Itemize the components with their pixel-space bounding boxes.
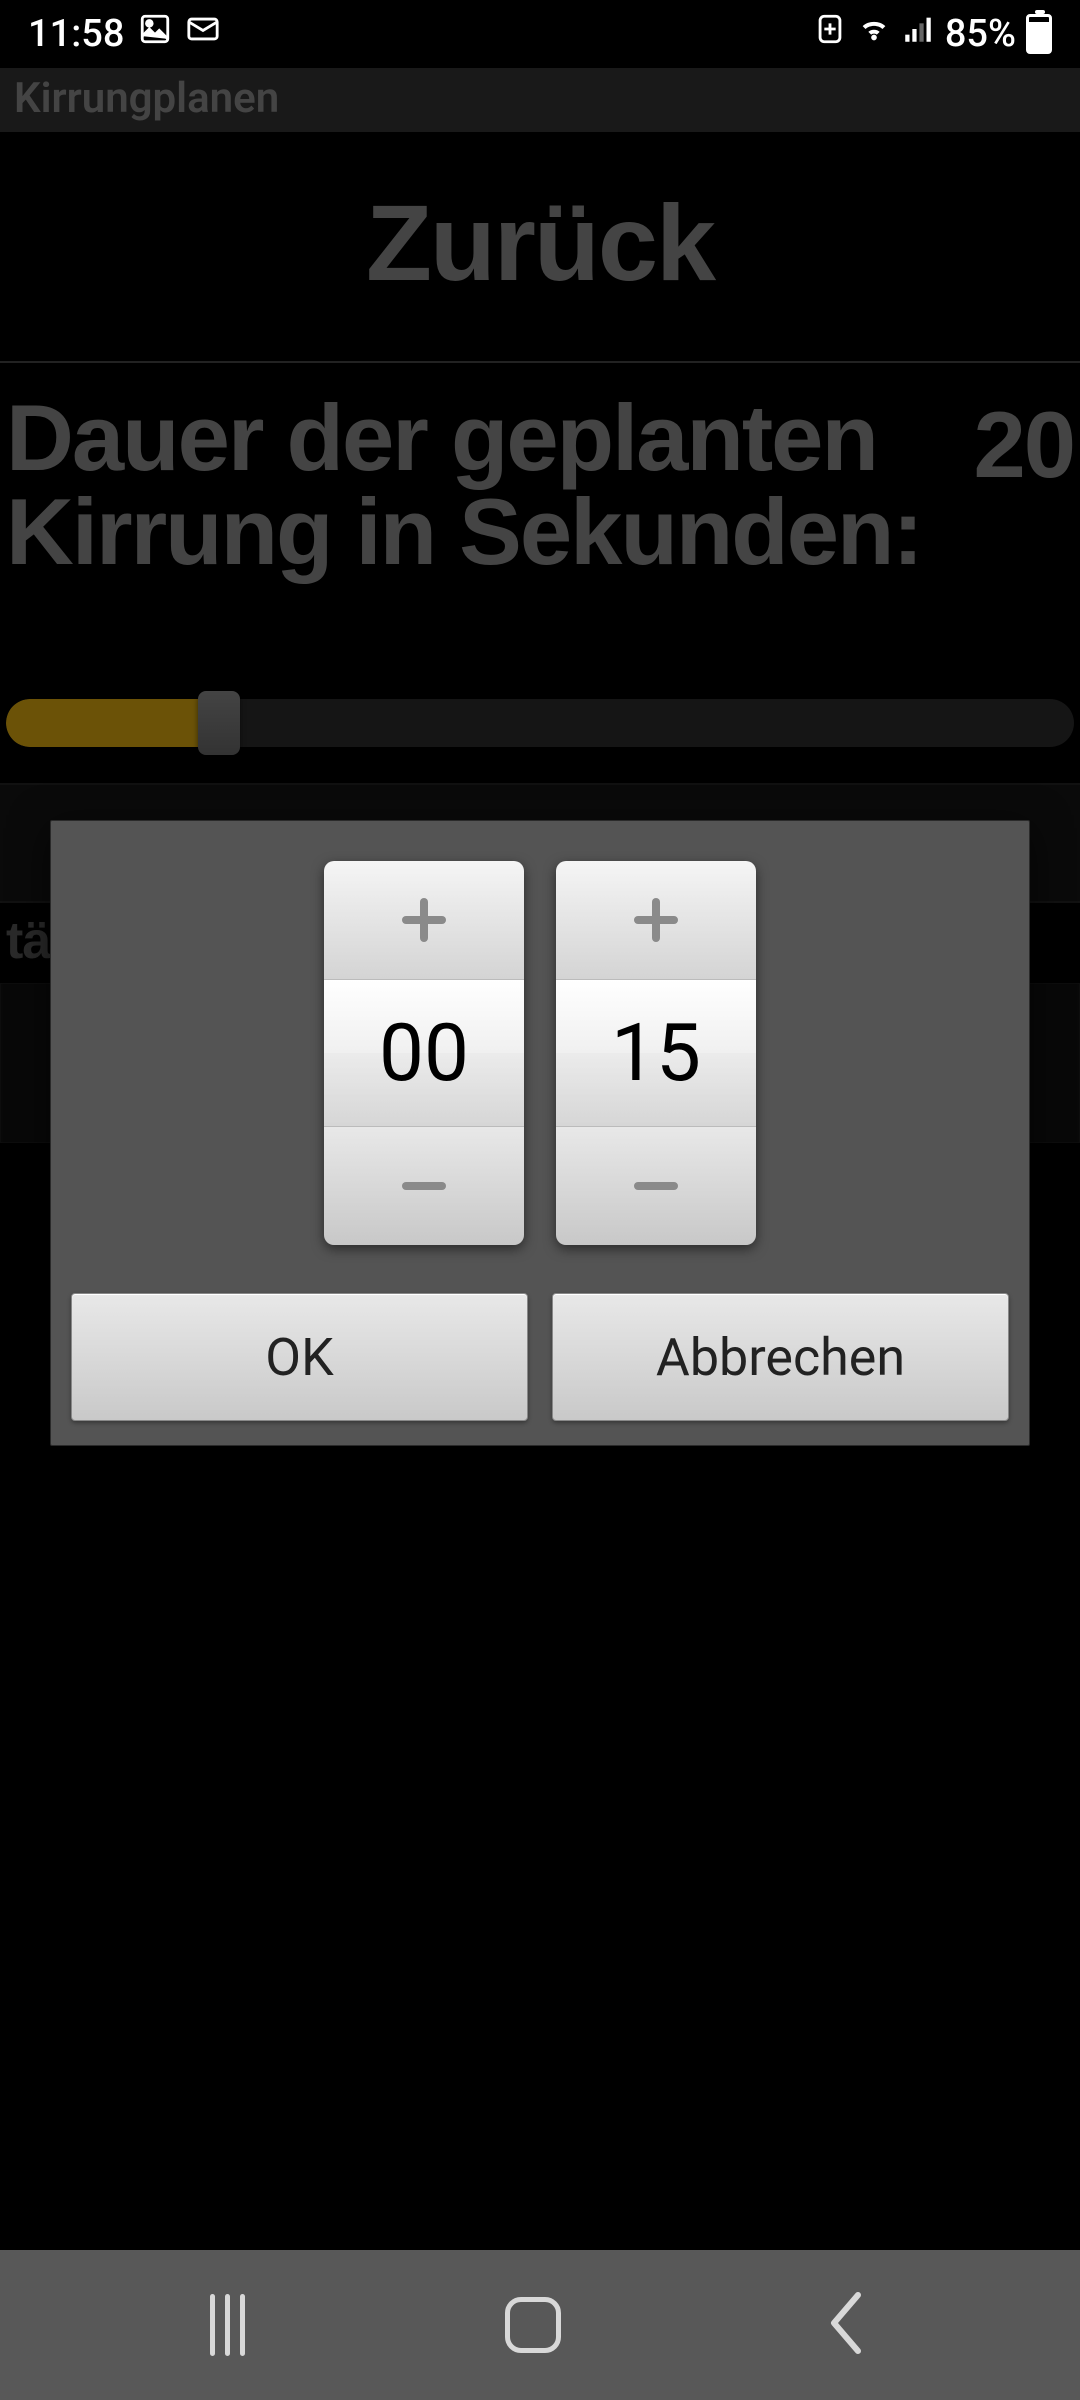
nav-recent-button[interactable] [210,2294,245,2356]
hour-stepper: 00 [324,861,524,1245]
minus-icon [632,1162,680,1210]
battery-icon [1026,14,1052,54]
duration-value: 20 [973,391,1074,499]
duration-label: Dauer der geplanten Kirrung in Sekunden: [6,391,973,579]
hour-decrement-button[interactable] [324,1127,524,1245]
slider-thumb[interactable] [198,691,240,755]
nav-home-button[interactable] [505,2297,561,2353]
duration-row: Dauer der geplanten Kirrung in Sekunden:… [0,363,1080,579]
mail-icon [186,12,220,56]
status-left: 11:58 [28,12,220,56]
dialog-button-row: OK Abbrechen [71,1293,1009,1421]
ok-button[interactable]: OK [71,1293,528,1421]
slider-track [6,699,1074,747]
battery-percent: 85% [945,12,1016,56]
minute-stepper: 15 [556,861,756,1245]
minute-decrement-button[interactable] [556,1127,756,1245]
nav-back-button[interactable] [822,2287,870,2363]
status-time: 11:58 [28,12,124,56]
gallery-icon [138,12,172,56]
back-header[interactable]: Zurück [0,132,1080,363]
time-picker-dialog: 00 15 OK Abbrechen [50,820,1030,1446]
minus-icon [400,1162,448,1210]
signal-icon [901,12,935,56]
minute-value[interactable]: 15 [556,979,756,1127]
plus-icon [632,896,680,944]
stepper-row: 00 15 [71,853,1009,1245]
wifi-icon [857,12,891,56]
hour-value[interactable]: 00 [324,979,524,1127]
slider-fill [6,699,220,747]
plus-icon [400,896,448,944]
system-nav-bar [0,2250,1080,2400]
cancel-button[interactable]: Abbrechen [552,1293,1009,1421]
status-bar: 11:58 85% [0,0,1080,68]
app-title-bar: Kirrungplanen [0,68,1080,132]
data-saver-icon [813,12,847,56]
hour-increment-button[interactable] [324,861,524,979]
duration-slider[interactable] [0,699,1080,747]
minute-increment-button[interactable] [556,861,756,979]
status-right: 85% [813,12,1052,56]
